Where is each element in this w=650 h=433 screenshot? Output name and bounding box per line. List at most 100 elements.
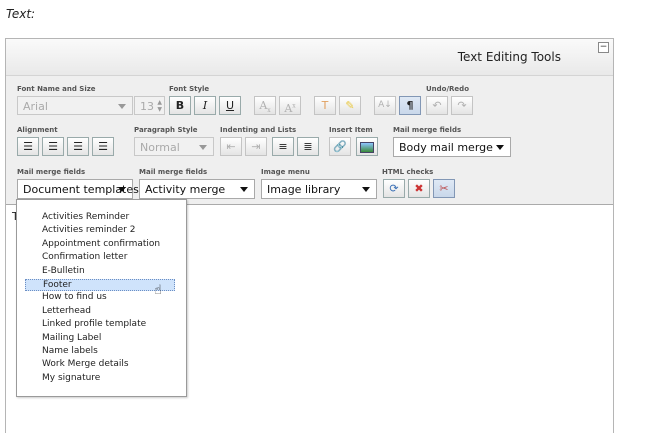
dropdown-item[interactable]: Linked profile template [25, 319, 175, 331]
sort-button[interactable]: A↓ [374, 96, 396, 115]
chevron-down-icon [496, 145, 504, 150]
paragraph-style-value: Normal [140, 141, 180, 154]
align-right-button[interactable]: ☰ [67, 137, 89, 156]
dropdown-item-label: Confirmation letter [42, 252, 128, 263]
body-mail-merge-select[interactable]: Body mail merge [393, 137, 511, 157]
chevron-down-icon [118, 187, 126, 192]
dropdown-item[interactable]: Appointment confirmation [25, 239, 175, 251]
link-icon: 🔗 [333, 140, 347, 153]
chevron-down-icon [118, 104, 126, 109]
label-font-style: Font Style [169, 85, 210, 93]
align-left-button[interactable]: ☰ [17, 137, 39, 156]
activity-merge-select[interactable]: Activity merge [139, 179, 255, 199]
italic-button[interactable]: I [194, 96, 216, 115]
html-check-icon: ⟳ [389, 182, 399, 195]
image-library-value: Image library [267, 183, 341, 196]
dropdown-item-label: Name labels [42, 346, 98, 356]
dropdown-item[interactable]: Footer ☝ [25, 279, 175, 298]
paragraph-mark-button[interactable]: ¶ [399, 96, 421, 115]
undo-button[interactable]: ↶ [426, 96, 448, 115]
dropdown-item[interactable]: How to find us [25, 292, 175, 304]
dropdown-item-label: Activities Reminder [42, 212, 130, 222]
superscript-button[interactable]: Ax [279, 96, 301, 115]
highlight-button[interactable]: ✎ [339, 96, 361, 115]
panel-titlebar: Text Editing Tools − [6, 39, 613, 76]
redo-button[interactable]: ↷ [451, 96, 473, 115]
label-mail-merge-fields-1: Mail merge fields [393, 126, 462, 134]
label-html-checks: HTML checks [382, 168, 434, 176]
dropdown-item-label: How to find us [42, 292, 107, 303]
html-clean-button[interactable]: ✂ [433, 179, 455, 198]
align-left-icon: ☰ [23, 140, 33, 153]
highlighter-icon: ✎ [345, 99, 355, 112]
document-templates-select[interactable]: Document templates [17, 179, 139, 199]
align-justify-button[interactable]: ☰ [92, 137, 114, 156]
dropdown-item[interactable]: Activities reminder 2 [25, 225, 175, 237]
html-strip-button[interactable]: ✖ [408, 179, 430, 198]
indent-icon: ⇥ [251, 140, 261, 153]
text-color-button[interactable]: T [314, 96, 336, 115]
superscript-icon: Ax [284, 101, 296, 115]
html-check-button[interactable]: ⟳ [383, 179, 405, 198]
bold-button[interactable]: B [169, 96, 191, 115]
label-alignment: Alignment [17, 126, 58, 134]
dropdown-item-label: Linked profile template [42, 319, 147, 330]
sort-icon: A↓ [378, 100, 392, 110]
subscript-icon: Ax [259, 99, 271, 115]
label-font-name-size: Font Name and Size [17, 85, 96, 93]
numbered-list-button[interactable]: ≣ [297, 137, 319, 156]
bullet-list-button[interactable]: ≡ [272, 137, 294, 156]
dropdown-item[interactable]: E-Bulletin [25, 266, 175, 278]
label-insert-item: Insert Item [329, 126, 373, 134]
paragraph-style-select[interactable]: Normal [134, 137, 214, 156]
label-paragraph-style: Paragraph Style [134, 126, 198, 134]
outdent-icon: ⇤ [226, 140, 236, 153]
underline-button[interactable]: U [219, 96, 241, 115]
document-templates-dropdown: Activities Reminder Activities reminder 2… [16, 199, 187, 397]
indent-button[interactable]: ⇥ [245, 137, 267, 156]
dropdown-item[interactable]: Confirmation letter [25, 252, 175, 264]
html-strip-icon: ✖ [414, 182, 424, 195]
dropdown-item-label: Mailing Label [42, 332, 102, 343]
outdent-button[interactable]: ⇤ [220, 137, 242, 156]
image-icon [360, 142, 374, 153]
dropdown-item[interactable]: My signature [25, 373, 175, 385]
chevron-down-icon [362, 187, 370, 192]
activity-merge-value: Activity merge [145, 183, 226, 196]
dropdown-item-label: Letterhead [42, 305, 91, 316]
font-size-stepper[interactable]: 13 ▲ ▼ [134, 96, 165, 115]
insert-image-button[interactable] [356, 137, 378, 156]
font-size-value: 13 [140, 100, 154, 113]
font-name-select[interactable]: Arial [17, 96, 133, 115]
dropdown-item[interactable]: Activities Reminder [25, 212, 175, 224]
dropdown-item[interactable]: Mailing Label [25, 333, 175, 345]
undo-icon: ↶ [432, 99, 442, 112]
dropdown-item-label: Activities reminder 2 [42, 225, 136, 236]
dropdown-item[interactable]: Letterhead [25, 306, 175, 318]
dropdown-item-label: Appointment confirmation [42, 238, 161, 249]
stepper-arrows-icon: ▲ ▼ [157, 99, 162, 113]
dropdown-item[interactable]: Work Merge details [25, 359, 175, 371]
dropdown-item-label: E-Bulletin [42, 265, 85, 276]
label-undo-redo: Undo/Redo [426, 85, 470, 93]
panel-title: Text Editing Tools [457, 50, 561, 64]
body-mail-merge-value: Body mail merge [399, 141, 493, 154]
align-right-icon: ☰ [73, 140, 83, 153]
align-center-button[interactable]: ☰ [42, 137, 64, 156]
numbered-list-icon: ≣ [303, 140, 313, 153]
bullet-list-icon: ≡ [278, 140, 288, 153]
dropdown-item-label: Work Merge details [42, 359, 129, 370]
dropdown-item[interactable]: Name labels [25, 346, 175, 358]
image-library-select[interactable]: Image library [261, 179, 377, 199]
chevron-down-icon [240, 187, 248, 192]
subscript-button[interactable]: Ax [254, 96, 276, 115]
insert-link-button[interactable]: 🔗 [329, 137, 351, 156]
editor-toolbar: Font Name and Size Font Style Undo/Redo … [6, 76, 613, 205]
align-center-icon: ☰ [48, 140, 58, 153]
label-image-menu: Image menu [261, 168, 310, 176]
redo-icon: ↷ [457, 99, 467, 112]
dropdown-item-label: My signature [42, 372, 101, 383]
dropdown-item-label: Footer [43, 280, 72, 290]
collapse-icon[interactable]: − [598, 42, 609, 53]
html-clean-icon: ✂ [439, 182, 449, 195]
